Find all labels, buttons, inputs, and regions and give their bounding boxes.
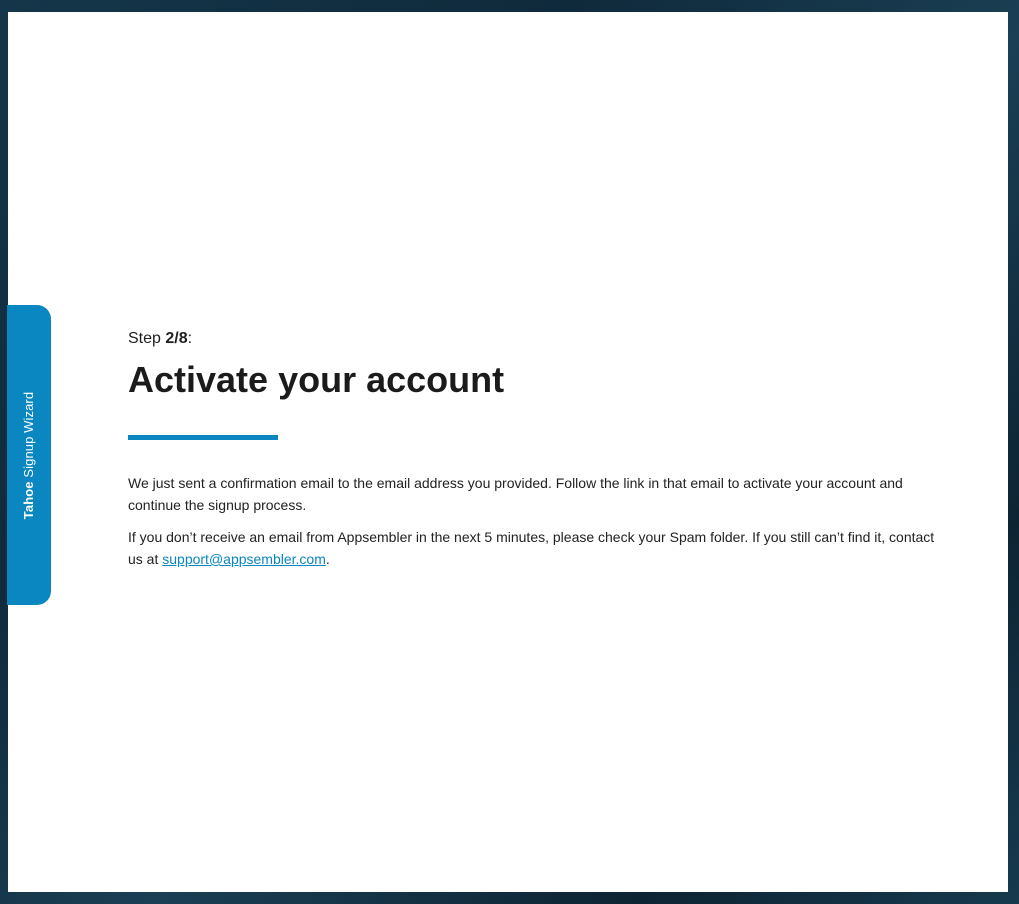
step-prefix: Step [128,330,161,347]
spam-notice-end: . [325,551,330,567]
signup-wizard-tab-label: Tahoe Signup Wizard [22,391,37,518]
wizard-label: Signup Wizard [21,391,37,478]
step-suffix: : [187,330,193,347]
page-title: Activate your account [128,359,505,400]
signup-wizard-tab[interactable]: Tahoe Signup Wizard [7,305,51,605]
support-email-link[interactable]: support@appsembler.com [162,551,326,567]
wizard-brand: Tahoe [21,480,37,519]
title-underline [128,435,278,440]
step-number: 2/8 [165,330,188,347]
step-indicator: Step 2/8: [128,329,938,349]
spam-notice: If you don’t receive an email from Appse… [128,526,938,570]
confirmation-text: We just sent a confirmation email to the… [128,475,903,513]
content-area: Step 2/8: Activate your account We just … [128,329,938,570]
